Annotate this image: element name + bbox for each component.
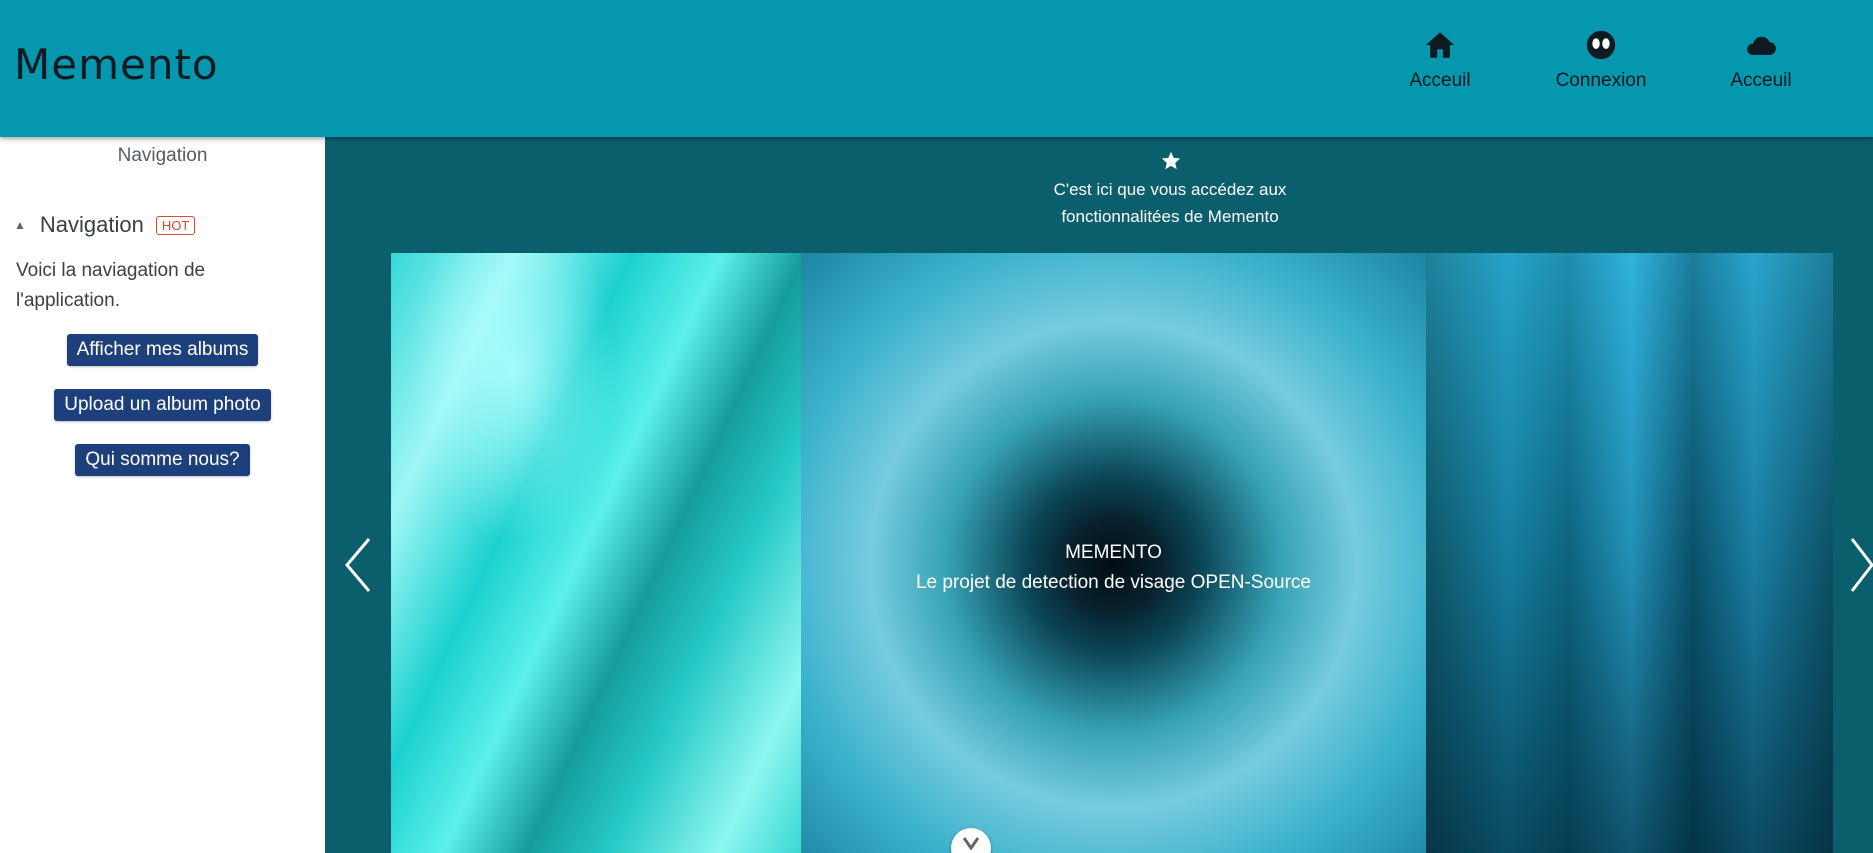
carousel-prev-arrow-icon[interactable] [343,535,373,595]
hot-badge: HOT [155,215,196,235]
home-icon [1370,28,1510,62]
about-us-button-wrap: Qui somme nous? [0,444,325,476]
upload-album-button-wrap: Upload un album photo [0,389,325,421]
navigation-section-toggle[interactable]: ▲ Navigation HOT [14,212,196,238]
image-carousel: MEMENTO Le projet de detection de visage… [391,253,1833,853]
cloud-icon [1691,28,1831,62]
sidebar [0,137,325,853]
carousel-slide-previous[interactable] [391,253,801,853]
nav-connexion-label: Connexion [1555,70,1647,91]
app-title: Memento [14,40,219,89]
caret-up-icon: ▲ [14,218,26,232]
nav-connexion[interactable]: Connexion [1531,28,1671,92]
chevron-down-icon [962,837,980,850]
sidebar-heading: Navigation [117,145,208,166]
section-description: Voici la naviagation de l'application. [16,260,206,311]
carousel-next-arrow-icon[interactable] [1848,535,1873,595]
carousel-caption-title: MEMENTO [1065,542,1162,563]
nav-cloud-label: Acceuil [1730,70,1792,91]
carousel-indicator[interactable] [951,828,991,853]
intro-text: C'est ici que vous accédez aux fonctionn… [1053,180,1287,226]
section-title: Navigation [39,212,144,237]
nav-home-label: Acceuil [1409,70,1471,91]
nav-cloud[interactable]: Acceuil [1691,28,1831,92]
carousel-slide-next[interactable] [1426,253,1833,853]
carousel-slide-active[interactable]: MEMENTO Le projet de detection de visage… [801,253,1426,853]
carousel-caption: MEMENTO Le projet de detection de visage… [801,538,1426,598]
nav-home[interactable]: Acceuil [1370,28,1510,92]
show-albums-button[interactable]: Afficher mes albums [66,334,259,366]
star-icon [1161,151,1181,170]
about-us-button[interactable]: Qui somme nous? [75,444,250,476]
carousel-caption-subtitle: Le projet de detection de visage OPEN-So… [915,572,1311,593]
alien-icon [1531,28,1671,62]
show-albums-button-wrap: Afficher mes albums [0,334,325,366]
top-bar: Memento Acceuil Connexion Acceuil [0,0,1873,137]
upload-album-button[interactable]: Upload un album photo [54,389,271,421]
